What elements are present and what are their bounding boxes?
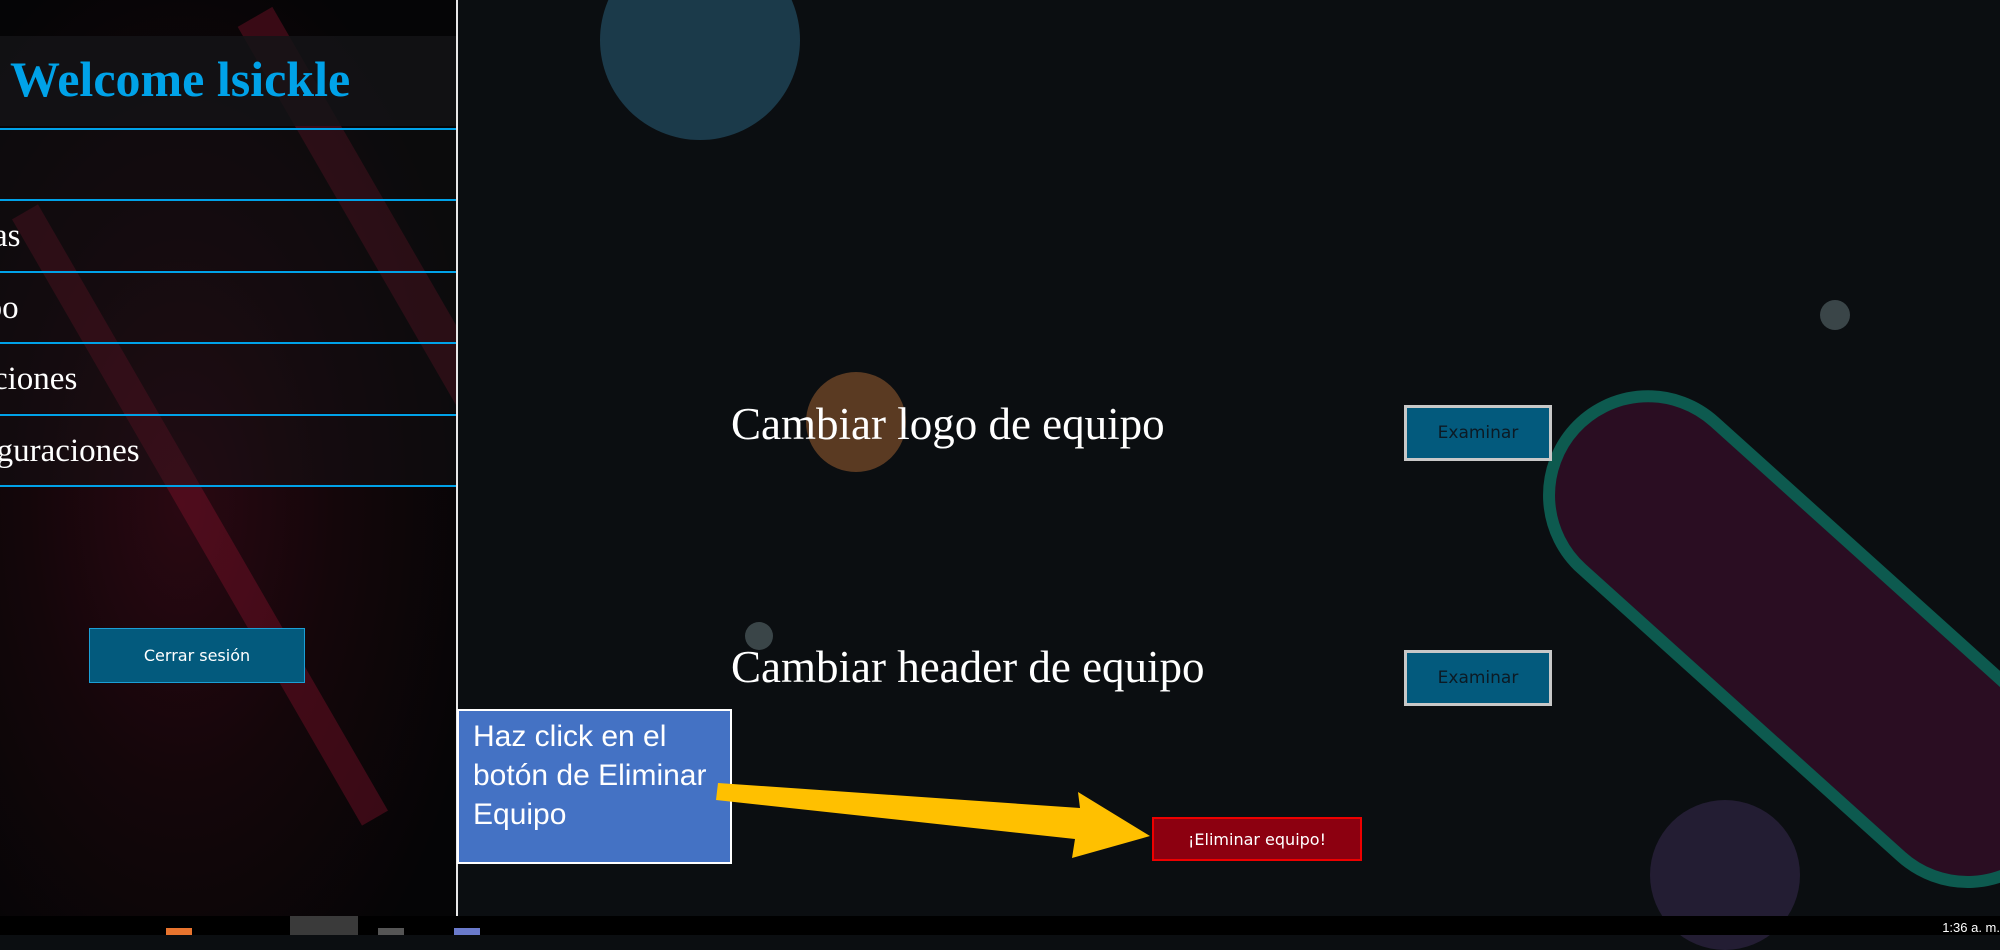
instruction-callout: Haz click en el botón de Eliminar Equipo	[457, 709, 732, 864]
sidebar-item-equipo[interactable]: uipo	[0, 271, 456, 342]
change-header-label: Cambiar header de equipo	[731, 642, 1205, 692]
sidebar-item-perfil[interactable]: fil	[0, 128, 456, 199]
browse-header-button[interactable]: Examinar	[1404, 650, 1552, 706]
taskbar-app-icon-active[interactable]	[290, 916, 358, 935]
arrow-shape	[716, 783, 1150, 858]
sidebar: Welcome lsickle fil icias uipo itaciones…	[0, 0, 458, 916]
menu-divider	[0, 485, 456, 487]
sidebar-item-invitaciones[interactable]: itaciones	[0, 342, 456, 413]
sidebar-item-configuraciones[interactable]: nfiguraciones	[0, 414, 456, 485]
sidebar-item-noticias[interactable]: icias	[0, 199, 456, 270]
change-logo-label: Cambiar logo de equipo	[731, 399, 1165, 449]
taskbar-app-icon[interactable]	[166, 928, 192, 935]
taskbar-app-icon[interactable]	[454, 928, 480, 935]
taskbar-app-icon[interactable]	[378, 928, 404, 935]
logout-button[interactable]: Cerrar sesión	[89, 628, 305, 683]
browse-logo-button[interactable]: Examinar	[1404, 405, 1552, 461]
delete-team-button[interactable]: ¡Eliminar equipo!	[1152, 817, 1362, 861]
taskbar-clock[interactable]: 1:36 a. m.	[1942, 920, 2000, 935]
welcome-title: Welcome lsickle	[10, 51, 351, 107]
